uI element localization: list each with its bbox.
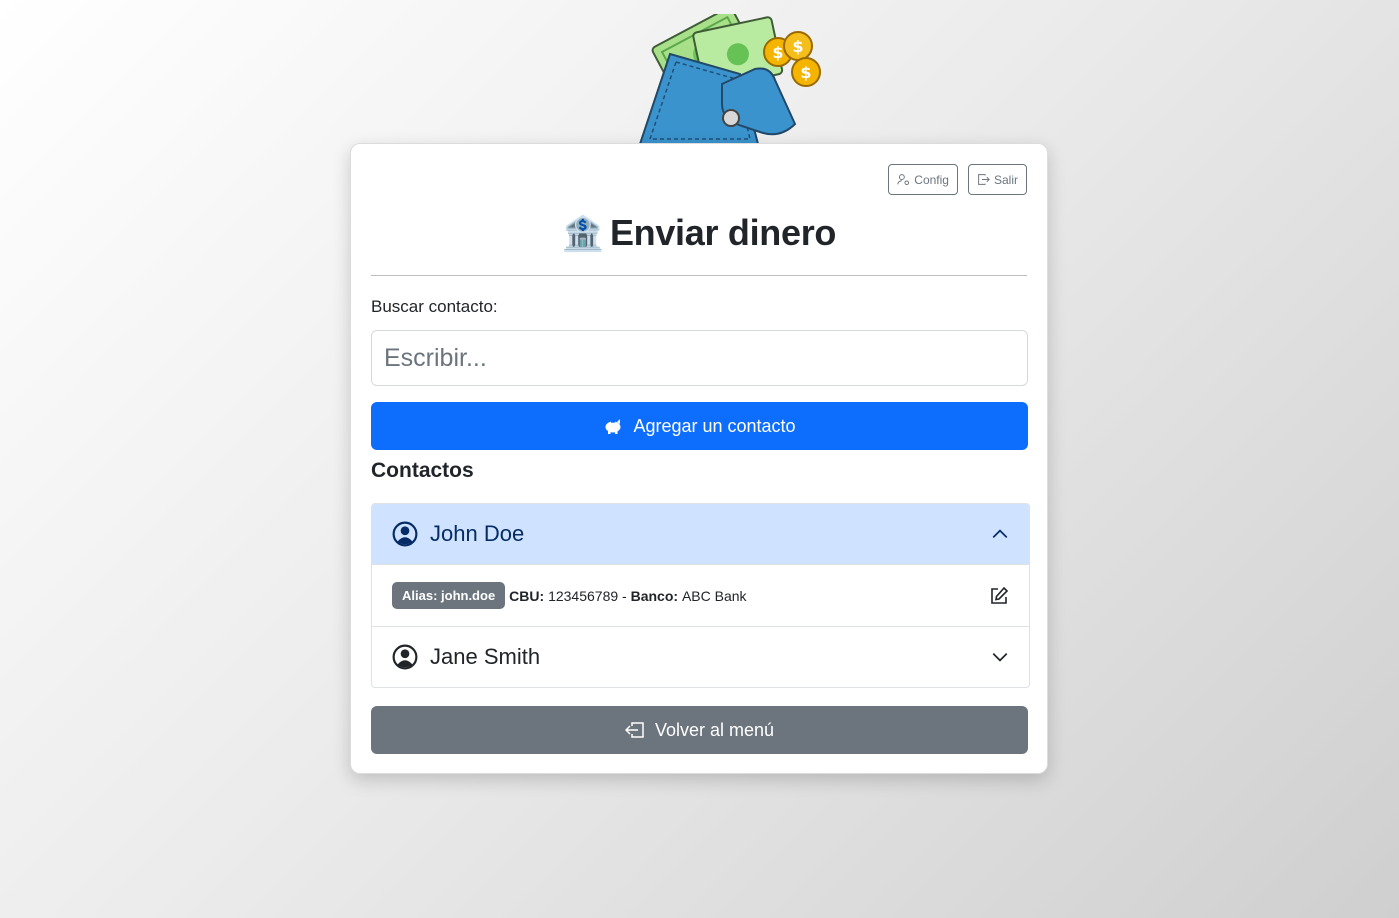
contact-name: Jane Smith bbox=[430, 644, 541, 669]
alias-badge: Alias: john.doe bbox=[392, 582, 506, 609]
svg-text:$: $ bbox=[792, 37, 803, 56]
divider bbox=[371, 275, 1027, 276]
contact-name: John Doe bbox=[430, 521, 525, 546]
person-gear-icon bbox=[897, 174, 910, 186]
send-money-card: Config Salir 🏦 Enviar dinero Buscar conta… bbox=[350, 143, 1048, 774]
contacts-title: Contactos bbox=[371, 459, 474, 482]
cbu-label: CBU: bbox=[509, 587, 545, 604]
contact-header-john-doe[interactable]: John Doe bbox=[372, 504, 1029, 564]
contact-header-jane-smith[interactable]: Jane Smith bbox=[372, 627, 1029, 687]
pencil-square-icon[interactable] bbox=[989, 586, 1009, 606]
chevron-up-icon bbox=[992, 529, 1008, 538]
bank-value: ABC Bank bbox=[681, 587, 747, 604]
config-button[interactable]: Config bbox=[888, 164, 958, 195]
search-label: Buscar contacto: bbox=[371, 297, 498, 316]
search-input[interactable] bbox=[371, 330, 1028, 386]
cbu-value: 123456789 bbox=[548, 587, 619, 604]
person-circle-icon bbox=[392, 644, 418, 670]
person-circle-icon bbox=[392, 521, 418, 547]
wallet-logo: $ $ $ bbox=[638, 14, 821, 144]
bank-icon: 🏦 bbox=[561, 215, 604, 253]
page-title: 🏦 Enviar dinero bbox=[351, 212, 1047, 254]
svg-text:$: $ bbox=[800, 63, 811, 82]
add-contact-label: Agregar un contacto bbox=[633, 415, 796, 436]
back-to-menu-button[interactable]: Volver al menú bbox=[371, 706, 1028, 754]
contacts-accordion: John Doe Alias: john.doe CBU: 123456789 … bbox=[371, 503, 1030, 688]
detail-separator: - bbox=[622, 587, 627, 604]
logout-button[interactable]: Salir bbox=[967, 164, 1027, 195]
back-to-menu-label: Volver al menú bbox=[654, 719, 775, 740]
top-actions: Config Salir bbox=[888, 164, 1027, 195]
piggy-bank-icon bbox=[605, 419, 621, 434]
bank-label: Banco: bbox=[630, 587, 679, 604]
add-contact-button[interactable]: Agregar un contacto bbox=[371, 402, 1028, 450]
logout-label: Salir bbox=[993, 172, 1018, 187]
chevron-down-icon bbox=[992, 653, 1008, 662]
contact-details-john-doe: Alias: john.doe CBU: 123456789 - Banco: … bbox=[372, 564, 1029, 627]
page-title-text: Enviar dinero bbox=[609, 212, 837, 253]
config-label: Config bbox=[914, 172, 949, 187]
box-arrow-in-left-icon bbox=[624, 722, 644, 738]
box-arrow-right-icon bbox=[978, 174, 990, 185]
svg-text:$: $ bbox=[772, 43, 783, 62]
